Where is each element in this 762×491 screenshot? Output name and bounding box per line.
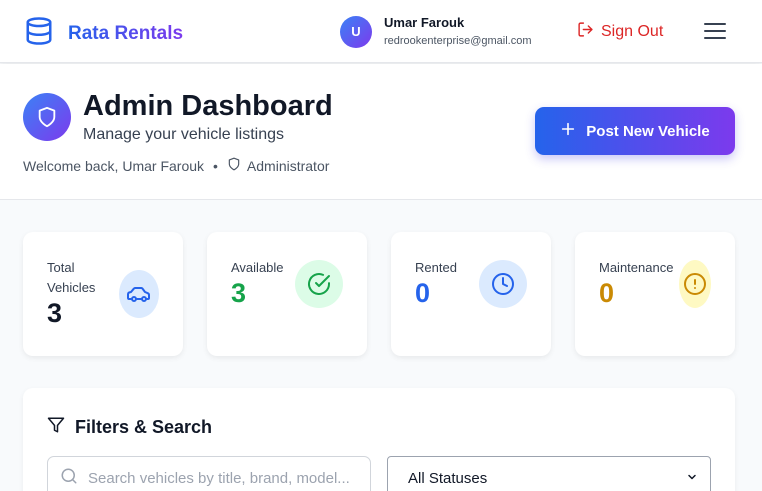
stat-card-rented: Rented 0 (391, 232, 551, 356)
shield-icon (23, 93, 71, 141)
small-shield-icon (227, 157, 247, 174)
clock-icon (479, 260, 527, 308)
plus-icon (560, 121, 586, 141)
separator-dot: • (213, 157, 218, 174)
user-profile[interactable]: U Umar Farouk redrookenterprise@gmail.co… (340, 14, 532, 49)
sign-out-button[interactable]: Sign Out (577, 21, 663, 43)
alert-circle-icon (679, 260, 711, 308)
post-new-vehicle-button[interactable]: Post New Vehicle (535, 107, 735, 155)
page-subtitle: Manage your vehicle listings (83, 126, 284, 143)
search-box[interactable] (47, 456, 371, 491)
user-email: redrookenterprise@gmail.com (384, 35, 532, 47)
stat-label: Total Vehicles (47, 260, 96, 295)
status-select[interactable]: All Statuses (387, 456, 711, 491)
search-icon (60, 467, 78, 490)
welcome-line: Welcome back, Umar Farouk • Administrato… (23, 157, 329, 174)
filter-icon (47, 416, 75, 439)
role-text: Administrator (246, 157, 330, 174)
post-new-vehicle-label: Post New Vehicle (586, 122, 710, 140)
search-input[interactable] (88, 469, 368, 487)
chevron-down-icon (686, 470, 698, 487)
stat-value: 3 (231, 278, 247, 308)
stat-label: Maintenance (599, 260, 674, 275)
car-icon (119, 270, 159, 318)
hamburger-menu-icon[interactable] (704, 21, 726, 41)
top-navbar: Rata Rentals U Umar Farouk redrookenterp… (0, 0, 762, 63)
dashboard-header: Admin Dashboard Manage your vehicle list… (0, 64, 762, 200)
log-out-icon (577, 21, 601, 43)
avatar: U (340, 15, 372, 48)
user-name: Umar Farouk (384, 15, 465, 30)
brand-name: Rata Rentals (68, 22, 184, 44)
stat-value: 0 (415, 278, 431, 308)
welcome-text: Welcome back, Umar Farouk (23, 157, 205, 174)
brand-logo[interactable]: Rata Rentals (24, 16, 183, 51)
stat-card-maintenance: Maintenance 0 (575, 232, 735, 356)
page-title: Admin Dashboard (83, 90, 333, 122)
stat-value: 3 (47, 298, 63, 328)
status-select-value: All Statuses (408, 469, 488, 487)
filters-panel: Filters & Search All Statuses (23, 388, 735, 491)
check-circle-icon (295, 260, 343, 308)
stat-card-available: Available 3 (207, 232, 367, 356)
filters-heading: Filters & Search (47, 416, 212, 439)
sign-out-label: Sign Out (601, 23, 664, 40)
filters-title: Filters & Search (75, 417, 213, 437)
stat-card-total: Total Vehicles 3 (23, 232, 183, 356)
database-icon (24, 16, 54, 51)
stat-value: 0 (599, 278, 615, 308)
